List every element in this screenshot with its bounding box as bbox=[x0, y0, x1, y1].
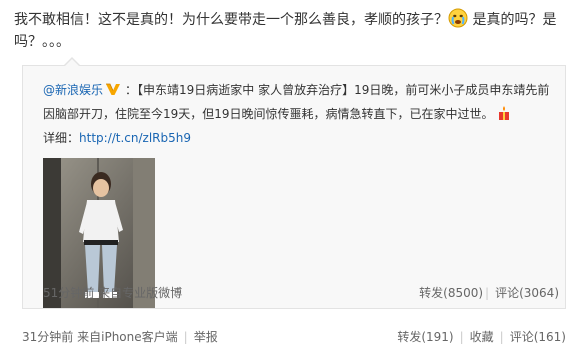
post-source-link[interactable]: iPhone客户端 bbox=[101, 330, 178, 344]
verified-v-icon[interactable] bbox=[105, 80, 121, 95]
divider: | bbox=[459, 330, 464, 344]
main-footer: 31分钟前 来自iPhone客户端 | 举报 转发(191) | 收藏 | 评论(161) bbox=[22, 328, 566, 348]
post-actions: 转发(191) | 收藏 | 评论(161) bbox=[397, 328, 566, 345]
crying-face-icon bbox=[448, 8, 468, 28]
detail-link[interactable]: http://t.cn/zlRb5h9 bbox=[79, 131, 191, 145]
repost-text: @新浪娱乐 ：【申东靖19日病逝家中 家人曾放弃治疗】19日晚，前可米小子成员申… bbox=[43, 78, 559, 150]
divider: | bbox=[485, 286, 490, 300]
report-link[interactable]: 举报 bbox=[194, 330, 218, 344]
repost-arrow-inner bbox=[64, 59, 80, 67]
repost-meta: 51分钟前 来自专业版微博 bbox=[43, 284, 182, 301]
repost-source-prefix: 来自 bbox=[98, 286, 123, 300]
divider: | bbox=[499, 330, 504, 344]
candle-gift-icon bbox=[496, 105, 512, 121]
repost-time-link[interactable]: 51分钟前 bbox=[43, 286, 94, 300]
post-time-link[interactable]: 31分钟前 bbox=[22, 330, 73, 344]
repost-box: @新浪娱乐 ：【申东靖19日病逝家中 家人曾放弃治疗】19日晚，前可米小子成员申… bbox=[22, 57, 566, 309]
repost-author-link[interactable]: @新浪娱乐 bbox=[43, 83, 103, 97]
post-text: 我不敢相信！这不是真的！为什么要带走一个那么善良，孝顺的孩子？ 是真的吗？是吗？… bbox=[14, 8, 566, 53]
repost-actions: 转发(8500) | 评论(3064) bbox=[419, 284, 559, 301]
post-source-prefix: 来自 bbox=[77, 330, 102, 344]
repost-comment-count-link[interactable]: 评论(3064) bbox=[495, 286, 559, 300]
favorite-button[interactable]: 收藏 bbox=[470, 330, 494, 344]
comment-button[interactable]: 评论(161) bbox=[510, 330, 566, 344]
repost-button[interactable]: 转发(191) bbox=[397, 330, 453, 344]
repost-footer: 51分钟前 来自专业版微博 转发(8500) | 评论(3064) bbox=[43, 284, 559, 304]
divider: | bbox=[183, 330, 188, 344]
post-text-part1: 我不敢相信！这不是真的！为什么要带走一个那么善良，孝顺的孩子？ bbox=[14, 12, 448, 28]
repost-repost-count-link[interactable]: 转发(8500) bbox=[419, 286, 483, 300]
post-meta: 31分钟前 来自iPhone客户端 | 举报 bbox=[22, 328, 218, 345]
repost-source-link[interactable]: 专业版微博 bbox=[122, 286, 182, 300]
detail-label: 详细： bbox=[43, 131, 80, 145]
